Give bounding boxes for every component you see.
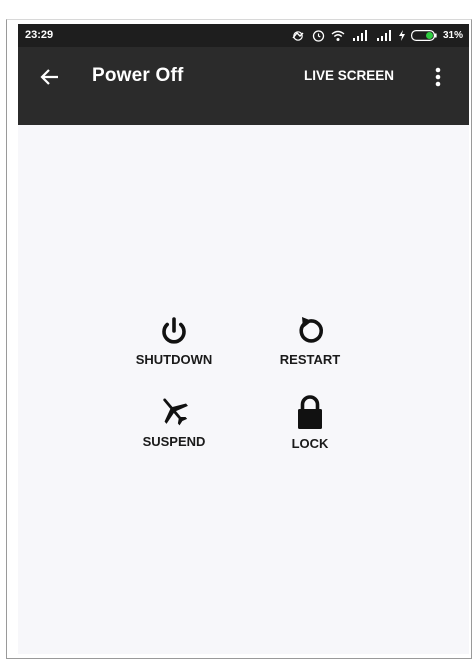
phone-screen: 23:29 31% Power Off LIVE SCREEN SHUTDOWN… — [18, 24, 469, 654]
signal-icon — [351, 30, 369, 41]
status-time: 23:29 — [25, 29, 54, 41]
sync-icon — [290, 30, 306, 42]
lock-label: LOCK — [291, 436, 329, 451]
alarm-icon — [312, 29, 325, 42]
charging-icon — [398, 30, 405, 41]
battery-percent: 31% — [442, 30, 463, 41]
live-screen-button[interactable]: LIVE SCREEN — [304, 68, 394, 83]
page-title: Power Off — [92, 65, 184, 86]
airplane-icon — [157, 394, 191, 428]
battery-icon — [410, 30, 437, 41]
suspend-button[interactable]: SUSPEND — [118, 394, 230, 449]
suspend-label: SUSPEND — [142, 434, 206, 449]
wifi-icon — [331, 30, 345, 42]
status-bar: 23:29 31% — [18, 24, 469, 47]
lock-icon — [293, 394, 327, 430]
more-vert-icon[interactable] — [434, 65, 442, 89]
app-bar: Power Off LIVE SCREEN — [18, 47, 469, 125]
power-icon — [159, 316, 189, 346]
restart-button[interactable]: RESTART — [258, 316, 362, 367]
restart-icon — [295, 316, 325, 346]
status-icons: 31% — [290, 27, 463, 44]
shutdown-label: SHUTDOWN — [135, 352, 213, 367]
signal-icon — [375, 30, 393, 41]
restart-label: RESTART — [279, 352, 341, 367]
arrow-left-icon[interactable] — [38, 65, 62, 89]
lock-button[interactable]: LOCK — [258, 394, 362, 451]
shutdown-button[interactable]: SHUTDOWN — [118, 316, 230, 367]
